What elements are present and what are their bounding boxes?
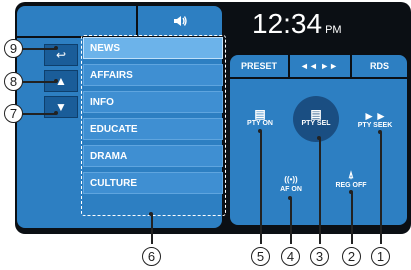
broadcast-icon: ((•)): [284, 175, 298, 184]
callout-7: 7: [4, 104, 23, 123]
leader-dot: [349, 190, 353, 194]
leader-line: [151, 214, 153, 244]
list-item-educate[interactable]: EDUCATE: [83, 118, 223, 140]
leader-line: [319, 138, 321, 244]
fast-forward-icon: ►►: [363, 109, 387, 123]
callout-9: 9: [4, 39, 23, 58]
list-item-drama[interactable]: DRAMA: [83, 145, 223, 167]
header-blank-button[interactable]: [17, 6, 138, 36]
volume-button[interactable]: [138, 6, 222, 36]
leader-dot: [54, 79, 58, 83]
callout-6: 6: [142, 247, 161, 266]
pty-on-button[interactable]: ▤ PTY ON: [243, 108, 277, 127]
list-item-info[interactable]: INFO: [83, 91, 223, 113]
list-item-news[interactable]: NEWS: [83, 37, 223, 59]
callout-2: 2: [342, 247, 361, 266]
leader-line: [22, 113, 56, 115]
pty-seek-button[interactable]: ►► PTY SEEK: [355, 110, 395, 129]
leader-line: [380, 132, 382, 244]
leader-line: [290, 198, 292, 244]
leader-line: [351, 192, 353, 244]
pty-sel-button[interactable]: ▤ PTY SEL: [296, 108, 336, 127]
tab-underline: [230, 77, 407, 79]
callout-3: 3: [310, 247, 329, 266]
leader-dot: [54, 111, 58, 115]
clock-time: 12:34: [252, 8, 323, 39]
callout-8: 8: [4, 72, 23, 91]
callout-4: 4: [281, 247, 300, 266]
scroll-down-button[interactable]: ▼: [44, 96, 78, 118]
leader-dot: [149, 212, 153, 216]
tab-seek[interactable]: ◄◄ ►►: [290, 55, 348, 77]
af-on-button[interactable]: ((•)) AF ON: [274, 174, 308, 193]
leader-dot: [378, 130, 382, 134]
tab-rds[interactable]: RDS: [352, 55, 407, 77]
leader-line: [260, 131, 262, 244]
leader-dot: [258, 129, 262, 133]
pty-list: NEWS AFFAIRS INFO EDUCATE DRAMA CULTURE: [83, 37, 223, 199]
side-buttons: ↩ ▲ ▼: [44, 44, 78, 124]
reg-off-label: REG OFF: [335, 182, 367, 189]
clock-suffix: PM: [325, 24, 342, 36]
antenna-icon: ⍋: [348, 170, 354, 181]
pty-seek-label: PTY SEEK: [357, 122, 393, 129]
af-on-label: AF ON: [280, 186, 302, 193]
callout-1: 1: [371, 247, 390, 266]
clock: 12:34 PM: [252, 8, 342, 40]
leader-dot: [317, 136, 321, 140]
left-header: [17, 6, 222, 38]
reg-off-button[interactable]: ⍋ REG OFF: [332, 170, 370, 189]
leader-dot: [288, 196, 292, 200]
callout-5: 5: [251, 247, 270, 266]
list-item-culture[interactable]: CULTURE: [83, 172, 223, 194]
list-select-icon: ▤: [310, 107, 322, 121]
leader-line: [22, 81, 56, 83]
leader-dot: [54, 46, 58, 50]
leader-line: [22, 48, 56, 50]
tab-preset[interactable]: PRESET: [232, 55, 286, 77]
list-icon: ▤: [254, 107, 266, 121]
pty-sel-label: PTY SEL: [301, 120, 331, 127]
list-item-affairs[interactable]: AFFAIRS: [83, 64, 223, 86]
back-arrow-icon: ↩: [55, 48, 67, 62]
pty-on-label: PTY ON: [247, 120, 273, 127]
volume-icon: [174, 16, 187, 26]
